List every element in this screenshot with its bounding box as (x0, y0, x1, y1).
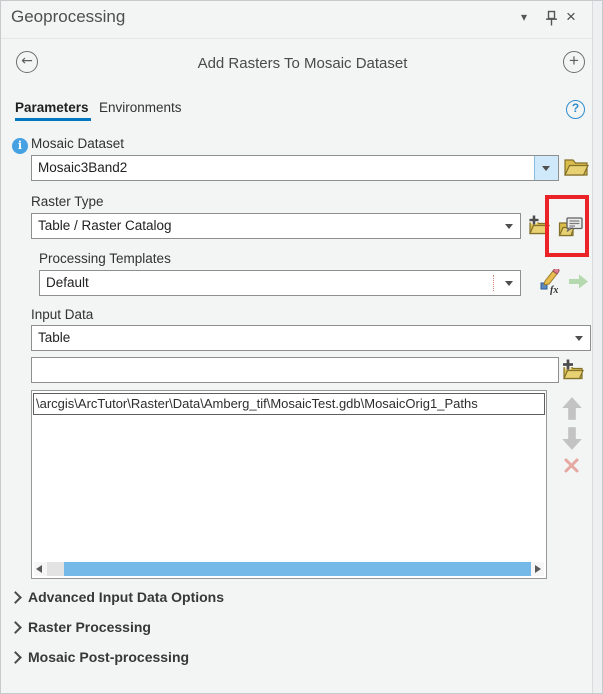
tab-environments[interactable]: Environments (99, 100, 182, 115)
panel-menu-chevron-icon[interactable]: ▾ (521, 10, 527, 24)
section-chevron-icon[interactable] (9, 591, 22, 604)
chevron-down-icon (505, 281, 513, 286)
close-icon[interactable]: × (566, 7, 576, 27)
input-data-combo[interactable]: Table (31, 325, 591, 351)
add-data-folder-icon[interactable] (561, 358, 584, 381)
browse-folder-icon[interactable] (563, 156, 589, 177)
tool-title: Add Rasters To Mosaic Dataset (197, 55, 408, 72)
section-advanced-input-data-options[interactable]: Advanced Input Data Options (28, 589, 224, 605)
raster-type-combo[interactable]: Table / Raster Catalog (31, 213, 521, 239)
triangle-left-icon (36, 565, 42, 573)
chevron-down-icon (542, 166, 550, 171)
triangle-right-icon (535, 565, 541, 573)
scroll-left-button[interactable] (34, 562, 47, 576)
input-data-list[interactable]: \arcgis\ArcTutor\Raster\Data\Amberg_tif\… (31, 390, 547, 579)
raster-type-label: Raster Type (31, 194, 104, 209)
pin-icon[interactable] (544, 10, 559, 27)
add-to-project-button[interactable]: + (563, 51, 585, 73)
active-tab-underline (15, 118, 91, 121)
plus-icon: + (569, 51, 579, 70)
new-input-field[interactable] (31, 357, 559, 383)
horizontal-scrollbar[interactable] (34, 562, 544, 576)
chevron-down-icon (505, 224, 513, 229)
move-down-icon[interactable] (561, 426, 583, 451)
combo-separator (493, 275, 494, 291)
processing-templates-value: Default (46, 275, 89, 290)
processing-templates-label: Processing Templates (39, 251, 171, 266)
scrollbar-thumb[interactable] (64, 562, 531, 576)
list-item-selected[interactable]: \arcgis\ArcTutor\Raster\Data\Amberg_tif\… (33, 393, 545, 415)
input-data-value: Table (38, 330, 71, 345)
svg-text:fx: fx (550, 285, 558, 295)
mosaic-dataset-label: Mosaic Dataset (31, 136, 125, 151)
move-up-icon[interactable] (561, 396, 583, 421)
mosaic-dataset-combo[interactable]: Mosaic3Band2 (31, 155, 559, 181)
info-icon[interactable]: i (12, 138, 28, 154)
titlebar-divider (1, 38, 602, 39)
panel-scrollbar-gutter[interactable] (592, 1, 602, 693)
tab-parameters[interactable]: Parameters (15, 100, 89, 115)
mosaic-dataset-value: Mosaic3Band2 (38, 160, 128, 175)
run-arrow-icon[interactable] (567, 272, 590, 291)
help-button[interactable]: ? (566, 100, 585, 119)
section-raster-processing[interactable]: Raster Processing (28, 619, 151, 635)
chevron-down-icon (575, 336, 583, 341)
section-mosaic-post-processing[interactable]: Mosaic Post-processing (28, 649, 189, 665)
panel-title: Geoprocessing (11, 7, 126, 26)
section-chevron-icon[interactable] (9, 621, 22, 634)
geoprocessing-panel: Geoprocessing ▾ × ← Add Rasters To Mosai… (0, 0, 603, 694)
remove-icon[interactable] (563, 457, 580, 474)
raster-type-value: Table / Raster Catalog (38, 218, 172, 233)
input-data-label: Input Data (31, 307, 94, 322)
scrollbar-track[interactable] (47, 562, 64, 576)
section-chevron-icon[interactable] (9, 651, 22, 664)
mosaic-dataset-dropdown-button[interactable] (534, 156, 558, 180)
scroll-right-button[interactable] (531, 562, 544, 576)
edit-template-fx-icon[interactable]: fx (539, 269, 563, 295)
question-icon: ? (571, 101, 580, 115)
edit-raster-type-properties-icon[interactable] (558, 215, 584, 237)
add-raster-type-icon[interactable] (528, 214, 550, 236)
processing-templates-combo[interactable]: Default (39, 270, 521, 296)
